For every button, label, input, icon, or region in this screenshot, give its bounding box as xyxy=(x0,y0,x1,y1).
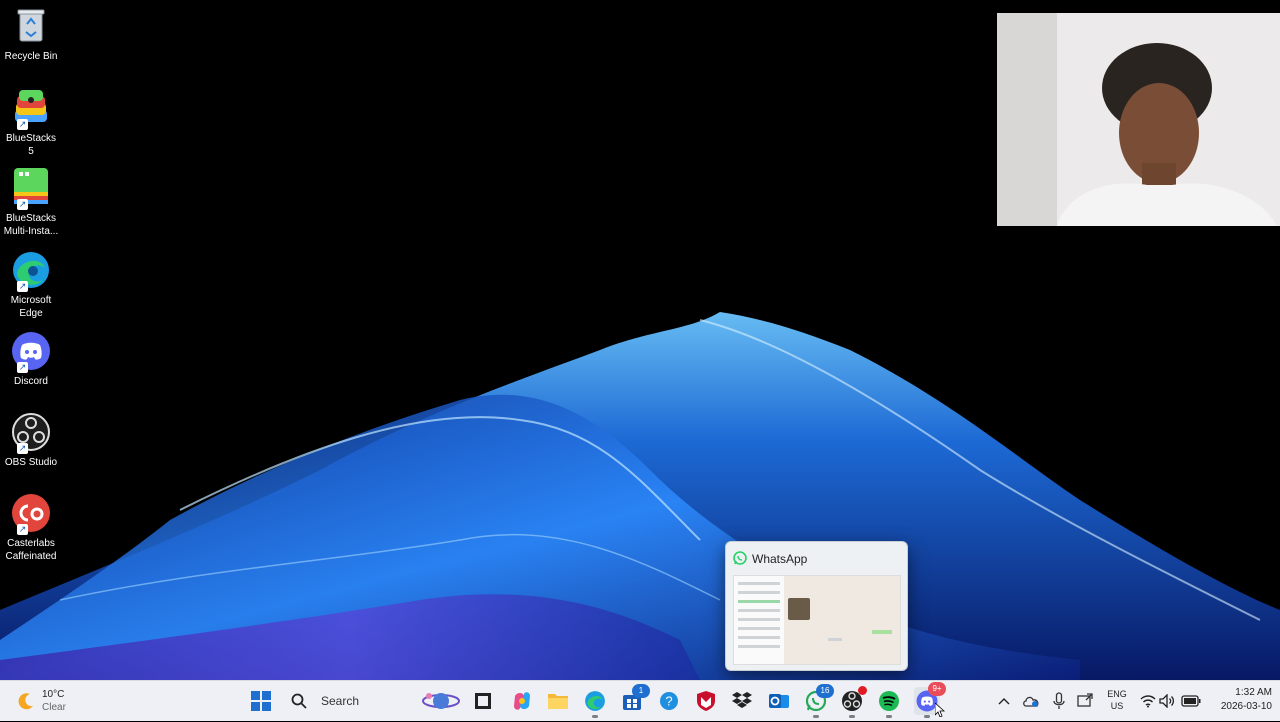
dropbox-icon xyxy=(732,692,752,708)
help-icon: ? xyxy=(660,692,678,710)
shortcut-arrow-icon: ↗ xyxy=(17,524,28,535)
search-icon xyxy=(291,693,307,709)
casterlabs-icon: ↗ xyxy=(11,493,51,535)
taskbar-file-explorer[interactable] xyxy=(546,689,570,713)
weather-widget[interactable]: 10°C Clear xyxy=(14,687,74,715)
clock[interactable]: 1:32 AM 2026-03-10 xyxy=(1206,686,1272,714)
taskbar-edge[interactable] xyxy=(583,689,607,718)
task-view-button[interactable] xyxy=(471,689,495,713)
desktop-icon-label: Microsoft Edge xyxy=(10,295,52,319)
taskbar-get-help[interactable]: ? xyxy=(657,689,681,713)
taskbar-store[interactable]: 1 xyxy=(620,684,650,713)
preview-thumbnail[interactable] xyxy=(733,575,901,665)
tray-onedrive[interactable] xyxy=(1020,689,1042,713)
language-indicator[interactable]: ENG US xyxy=(1104,688,1130,712)
volume-icon xyxy=(1159,694,1175,708)
outlook-icon xyxy=(769,694,789,708)
moon-weather-icon xyxy=(16,691,36,716)
task-view-icon xyxy=(475,693,491,709)
desktop-icon-obs-studio[interactable]: ↗ OBS Studio xyxy=(2,412,60,469)
tray-microphone[interactable] xyxy=(1048,689,1070,713)
tray-wifi[interactable] xyxy=(1138,689,1158,713)
shortcut-arrow-icon: ↗ xyxy=(17,443,28,454)
cloud-sync-icon xyxy=(1023,696,1039,707)
language-line1: ENG xyxy=(1107,689,1127,699)
taskbar: 10°C Clear Search 1 ? 16 9+ ENG US 1:32 … xyxy=(0,680,1280,721)
notification-badge: 9+ xyxy=(928,682,946,696)
desktop-icon-label: OBS Studio xyxy=(4,457,58,468)
edge-icon xyxy=(585,691,605,711)
obs-icon: ↗ xyxy=(11,412,51,454)
recording-dot-icon xyxy=(858,686,867,695)
desktop-icon-bluestacks-5[interactable]: ↗ BlueStacks 5 xyxy=(2,88,60,158)
recycle-bin-icon xyxy=(11,6,51,46)
desktop-icon-bluestacks-multi-instance[interactable]: ↗ BlueStacks Multi-Insta... xyxy=(2,168,60,238)
discord-icon: ↗ xyxy=(11,331,51,373)
taskbar-spotify[interactable] xyxy=(877,689,901,718)
taskbar-whatsapp[interactable]: 16 xyxy=(804,684,834,718)
tray-display[interactable] xyxy=(1074,689,1096,713)
clock-date: 2026-03-10 xyxy=(1220,701,1272,712)
chevron-up-icon xyxy=(998,698,1010,705)
search-highlight-image[interactable] xyxy=(421,689,461,713)
desktop-icon-label: BlueStacks 5 xyxy=(5,133,57,157)
bluestacks-icon: ↗ xyxy=(11,88,51,130)
taskbar-obs[interactable] xyxy=(840,686,867,718)
webcam-person-image xyxy=(997,13,1280,226)
running-indicator xyxy=(592,715,598,718)
language-line2: US xyxy=(1110,701,1124,711)
thumbnail-chat-area xyxy=(784,576,900,664)
folder-icon xyxy=(548,694,568,709)
desktop-icon-label: Discord xyxy=(14,376,48,387)
search-label: Search xyxy=(321,694,360,708)
notification-badge: 16 xyxy=(816,684,834,698)
taskbar-search[interactable]: Search xyxy=(283,687,415,715)
weather-condition: Clear xyxy=(42,702,66,713)
show-hidden-icons-button[interactable] xyxy=(994,689,1014,713)
mouse-cursor-icon xyxy=(934,702,946,722)
running-indicator xyxy=(813,715,819,718)
preview-title: WhatsApp xyxy=(752,552,808,566)
desktop-icon-recycle-bin[interactable]: Recycle Bin xyxy=(2,6,60,63)
running-indicator xyxy=(924,715,930,718)
microphone-icon xyxy=(1053,692,1065,709)
svg-text:?: ? xyxy=(665,694,672,709)
mcafee-shield-icon xyxy=(697,691,715,711)
wifi-icon xyxy=(1140,695,1156,708)
notification-badge: 1 xyxy=(632,684,650,698)
battery-icon xyxy=(1181,695,1201,707)
whatsapp-small-icon xyxy=(733,551,747,570)
shortcut-arrow-icon: ↗ xyxy=(17,362,28,373)
bluestacks-multi-instance-icon: ↗ xyxy=(11,168,51,210)
shortcut-arrow-icon: ↗ xyxy=(17,199,28,210)
desktop-icon-label: Casterlabs Caffeinated xyxy=(5,538,57,562)
running-indicator xyxy=(886,715,892,718)
desktop-icon-discord[interactable]: ↗ Discord xyxy=(2,331,60,388)
edge-icon: ↗ xyxy=(11,250,51,292)
start-button[interactable] xyxy=(249,689,273,713)
desktop-icon-casterlabs-caffeinated[interactable]: ↗ Casterlabs Caffeinated xyxy=(2,493,60,563)
taskbar-copilot[interactable] xyxy=(510,689,534,713)
spotify-icon xyxy=(879,691,899,711)
shortcut-arrow-icon: ↗ xyxy=(17,119,28,130)
planet-illustration-icon xyxy=(422,693,460,709)
tray-volume[interactable] xyxy=(1157,689,1177,713)
tray-battery[interactable] xyxy=(1180,689,1202,713)
desktop-icon-microsoft-edge[interactable]: ↗ Microsoft Edge xyxy=(2,250,60,320)
running-indicator xyxy=(849,715,855,718)
taskbar-dropbox[interactable] xyxy=(730,689,754,713)
weather-temp: 10°C xyxy=(42,689,65,700)
display-icon xyxy=(1077,693,1093,707)
taskbar-window-preview[interactable]: WhatsApp xyxy=(725,541,908,671)
copilot-icon xyxy=(514,692,530,710)
clock-time: 1:32 AM xyxy=(1235,687,1272,698)
taskbar-mcafee[interactable] xyxy=(694,689,718,713)
taskbar-outlook[interactable] xyxy=(767,689,791,713)
desktop-icon-label: Recycle Bin xyxy=(4,51,58,62)
thumbnail-chat-list xyxy=(734,576,785,664)
desktop-icon-label: BlueStacks Multi-Insta... xyxy=(3,213,59,237)
webcam-overlay xyxy=(997,13,1280,226)
windows-logo-icon xyxy=(251,691,271,711)
shortcut-arrow-icon: ↗ xyxy=(17,281,28,292)
